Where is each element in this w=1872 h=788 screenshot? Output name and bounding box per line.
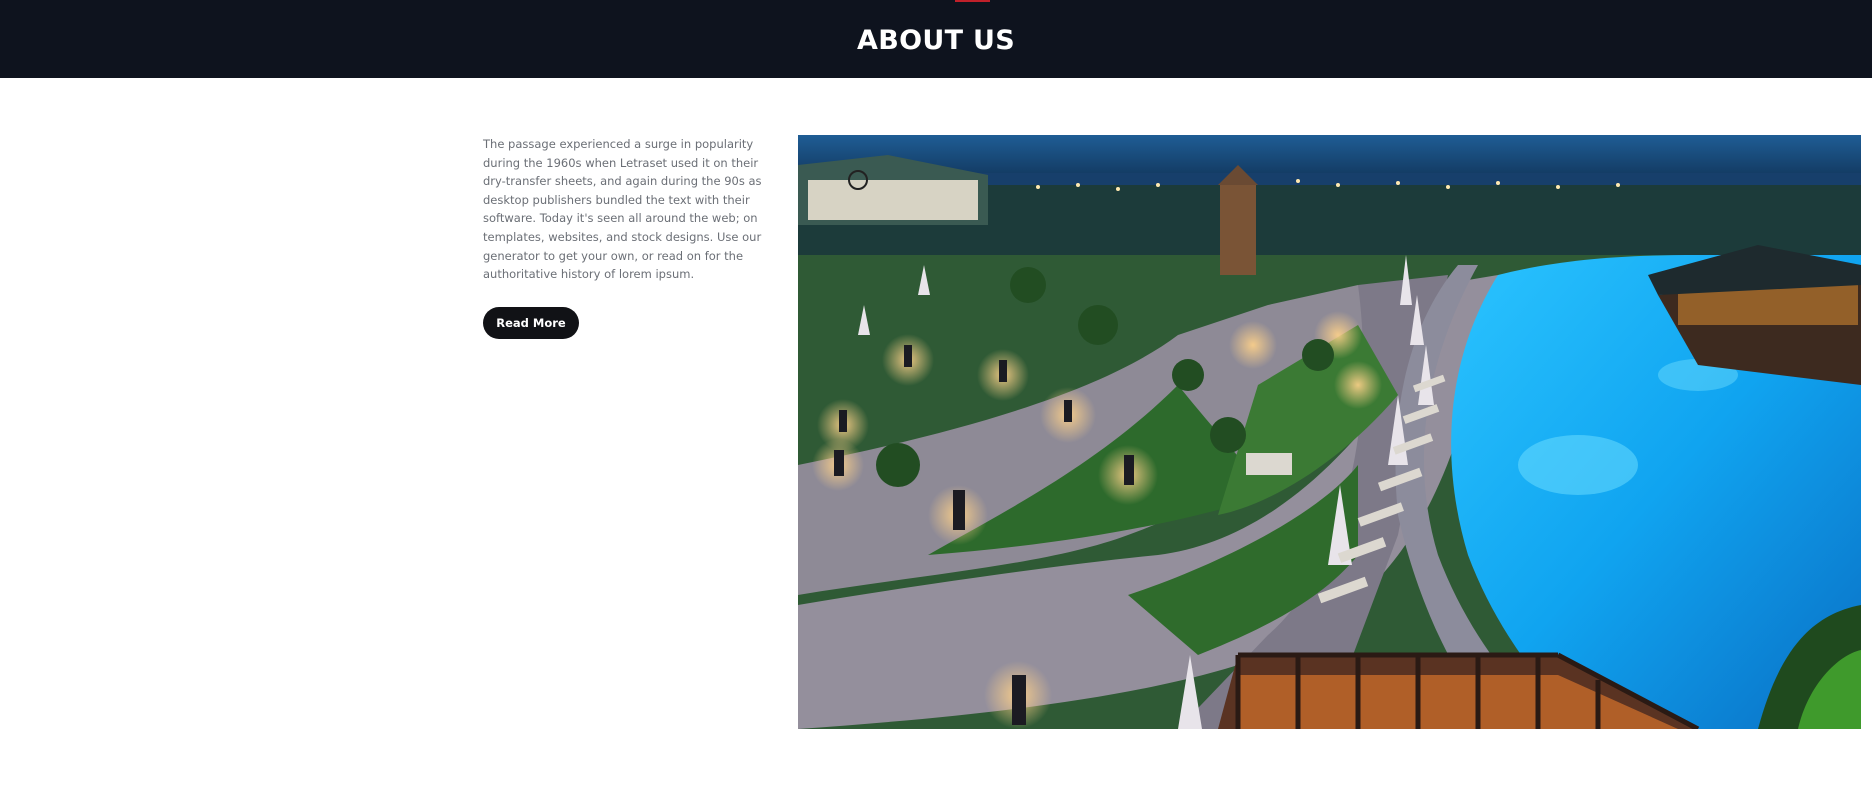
- about-paragraph: The passage experienced a surge in popul…: [483, 137, 762, 282]
- header-accent-bar: [955, 0, 990, 2]
- page-header: ABOUT US: [0, 0, 1872, 78]
- resort-pool-photo: [798, 135, 1861, 729]
- resort-pool-illustration: [798, 135, 1861, 729]
- read-more-button[interactable]: Read More: [483, 307, 579, 339]
- page-title: ABOUT US: [857, 24, 1015, 56]
